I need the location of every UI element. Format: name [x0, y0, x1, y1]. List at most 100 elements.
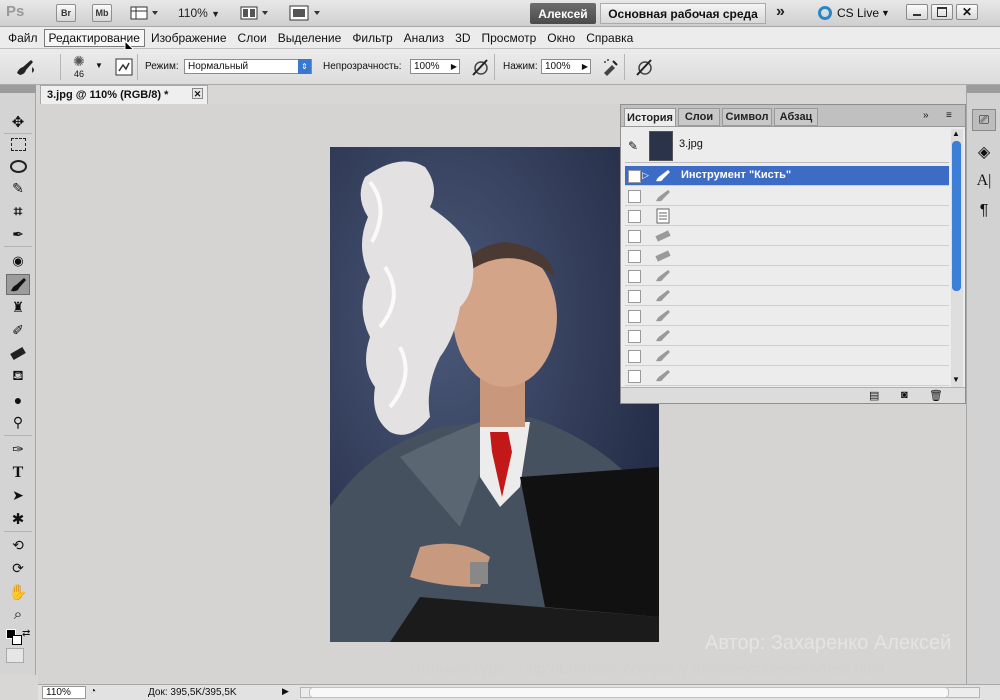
history-state-slider-icon[interactable]: ▷ [642, 170, 649, 181]
menu-view[interactable]: Просмотр [476, 29, 541, 47]
menu-filter[interactable]: Фильтр [347, 29, 397, 47]
brush-panel-toggle[interactable] [114, 57, 134, 77]
delete-state-icon[interactable]: 🗑 [929, 389, 943, 402]
dock-header[interactable] [967, 85, 1000, 93]
path-selection-tool[interactable]: ➤ [6, 485, 30, 506]
view-extras-button[interactable] [130, 5, 160, 21]
menu-layers[interactable]: Слои [233, 29, 272, 47]
history-checkbox[interactable] [628, 290, 641, 303]
history-checkbox[interactable] [628, 250, 641, 263]
brush-tool[interactable] [6, 274, 30, 295]
history-scrollbar[interactable]: ▲ ▼ [951, 129, 963, 387]
clone-stamp-tool[interactable]: ♜ [6, 297, 30, 318]
tab-history[interactable]: История [624, 108, 676, 126]
menu-3d[interactable]: 3D [450, 29, 475, 47]
history-state[interactable] [625, 326, 949, 346]
paint-bucket-tool[interactable]: ⛾ [6, 366, 30, 387]
swap-colors-icon[interactable]: ⇄ [22, 628, 30, 639]
blend-mode-select[interactable]: Нормальный ⇕ [184, 59, 312, 74]
bridge-button[interactable]: Br [56, 4, 76, 22]
history-checkbox[interactable] [628, 170, 641, 183]
dodge-tool[interactable]: ⚲ [6, 412, 30, 433]
collapse-panel-icon[interactable]: » [923, 110, 929, 121]
history-state[interactable] [625, 266, 949, 286]
pen-tool[interactable]: ✑ [6, 439, 30, 460]
type-tool[interactable]: T [6, 462, 30, 483]
menu-window[interactable]: Окно [542, 29, 580, 47]
character-dock-button[interactable]: A| [972, 170, 996, 192]
airbrush-toggle[interactable] [600, 57, 620, 77]
menu-help[interactable]: Справка [581, 29, 638, 47]
menu-analysis[interactable]: Анализ [399, 29, 450, 47]
new-document-from-state-icon[interactable]: ▤ [869, 389, 879, 402]
history-checkbox[interactable] [628, 190, 641, 203]
history-checkbox[interactable] [628, 210, 641, 223]
zoom-level-dropdown[interactable]: 110% ▼ [178, 6, 220, 20]
document-tab[interactable]: 3.jpg @ 110% (RGB/8) * ✕ [40, 85, 208, 104]
lasso-tool[interactable] [6, 156, 30, 177]
panel-menu-icon[interactable]: ≡ [946, 110, 952, 121]
history-dock-button[interactable]: ⎚ [972, 109, 996, 131]
document-photo[interactable] [330, 147, 659, 642]
workspace-switcher[interactable]: Основная рабочая среда [600, 3, 766, 24]
opacity-input[interactable]: 100% ▶ [410, 59, 460, 74]
history-checkbox[interactable] [628, 310, 641, 323]
status-menu-arrow-icon[interactable]: ▶ [282, 686, 289, 697]
brush-preset-picker[interactable]: ✺ 46 ▼ [70, 53, 104, 81]
menu-image[interactable]: Изображение [146, 29, 232, 47]
close-document-icon[interactable]: ✕ [192, 88, 203, 99]
history-state[interactable] [625, 246, 949, 266]
tab-layers[interactable]: Слои [678, 108, 720, 126]
marquee-tool[interactable] [6, 134, 30, 155]
minimize-button[interactable] [906, 4, 928, 20]
custom-shape-tool[interactable]: ✱ [6, 508, 30, 529]
hand-tool[interactable]: ✋ [6, 581, 30, 602]
arrange-documents-button[interactable] [240, 5, 270, 21]
history-state[interactable] [625, 286, 949, 306]
history-checkbox[interactable] [628, 370, 641, 383]
history-state-selected[interactable]: ▷ Инструмент "Кисть" [625, 166, 949, 186]
history-checkbox[interactable] [628, 350, 641, 363]
history-state[interactable] [625, 206, 949, 226]
history-state[interactable] [625, 366, 949, 386]
more-workspaces-button[interactable]: » [776, 3, 785, 21]
history-checkbox[interactable] [628, 330, 641, 343]
scroll-up-icon[interactable]: ▲ [952, 129, 960, 138]
eraser-tool[interactable] [6, 343, 30, 364]
flow-input[interactable]: 100% ▶ [541, 59, 591, 74]
eyedropper-tool[interactable]: ✒ [6, 224, 30, 245]
maximize-button[interactable] [931, 4, 953, 20]
history-snapshot[interactable]: ✎ 3.jpg [625, 129, 949, 163]
history-checkbox[interactable] [628, 230, 641, 243]
size-pressure-toggle[interactable] [634, 57, 654, 77]
3d-orbit-tool[interactable]: ⟳ [6, 558, 30, 579]
zoom-tool[interactable]: ⌕ [6, 604, 30, 625]
mini-bridge-button[interactable]: Mb [92, 4, 112, 22]
3d-rotate-tool[interactable]: ⟲ [6, 535, 30, 556]
move-tool[interactable]: ✥ [6, 111, 30, 132]
spot-healing-tool[interactable]: ◉ [6, 250, 30, 271]
tab-paragraph[interactable]: Абзац [774, 108, 818, 126]
crop-tool[interactable]: ⌗ [6, 201, 30, 222]
tab-character[interactable]: Символ [722, 108, 772, 126]
cs-live-button[interactable]: CS Live ▼ [818, 4, 890, 22]
close-button[interactable]: ✕ [956, 4, 978, 20]
tool-preset-picker[interactable] [14, 57, 34, 77]
history-state[interactable] [625, 306, 949, 326]
new-snapshot-icon[interactable]: ◙ [901, 389, 908, 401]
blur-tool[interactable]: ● [6, 389, 30, 410]
status-zoom-field[interactable]: 110% [42, 686, 86, 699]
quick-selection-tool[interactable]: ✎ [6, 178, 30, 199]
menu-select[interactable]: Выделение [273, 29, 347, 47]
screen-mode-button[interactable] [288, 5, 322, 21]
history-state[interactable] [625, 226, 949, 246]
tools-panel-header[interactable] [0, 85, 36, 93]
menu-file[interactable]: Файл [3, 29, 43, 47]
background-color-swatch[interactable] [12, 635, 22, 645]
history-state[interactable] [625, 186, 949, 206]
history-brush-tool[interactable]: ✐ [6, 320, 30, 341]
history-state[interactable] [625, 346, 949, 366]
paragraph-dock-button[interactable]: ¶ [972, 200, 996, 222]
opacity-pressure-toggle[interactable] [470, 57, 490, 77]
workspace-user-button[interactable]: Алексей [530, 3, 596, 24]
